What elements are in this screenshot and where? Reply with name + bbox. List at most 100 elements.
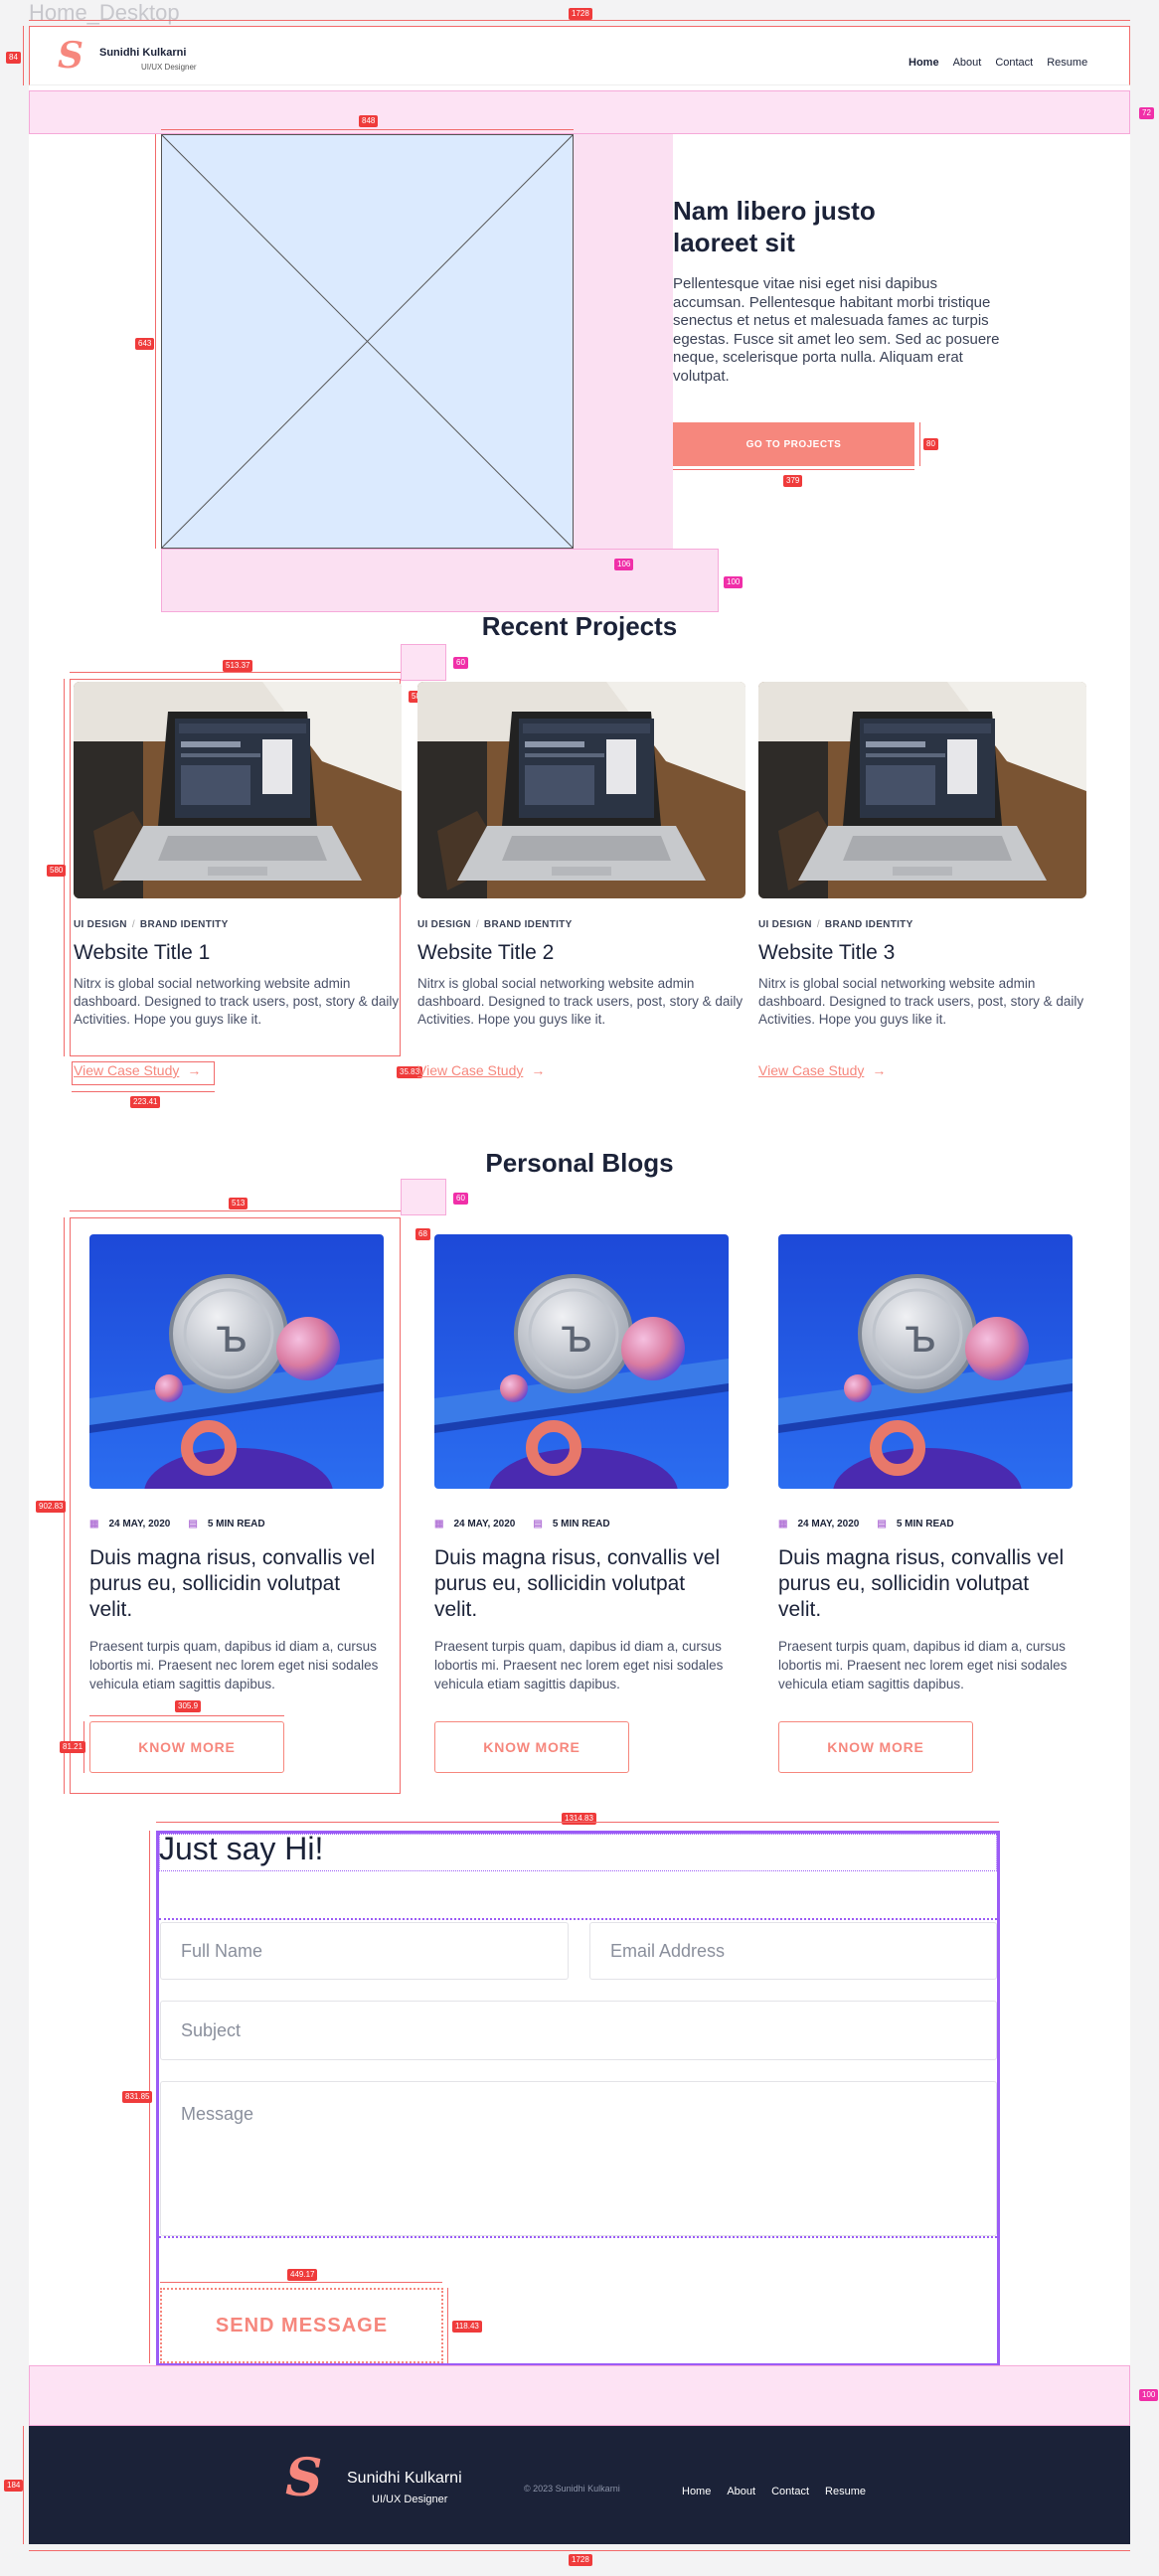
footer-nav-resume[interactable]: Resume bbox=[825, 2486, 866, 2497]
blog-title[interactable]: Duis magna risus, convallis vel purus eu… bbox=[434, 1545, 733, 1623]
project-image-laptop bbox=[758, 682, 1086, 898]
go-to-projects-button[interactable]: GO TO PROJECTS bbox=[673, 422, 914, 466]
project-image-laptop bbox=[74, 682, 402, 898]
brand-role: UI/UX Designer bbox=[141, 63, 197, 72]
header: S Sunidhi Kulkarni UI/UX Designer Home Ab… bbox=[29, 26, 1130, 85]
blog-meta: ▦ 24 MAY, 2020 ▤ 5 MIN READ bbox=[89, 1519, 265, 1530]
blog-card: ъ ▦ 24 MAY, 2020 ▤ 5 MIN READ Duis magna… bbox=[89, 1234, 398, 1773]
redline bbox=[89, 1715, 284, 1716]
contact-heading: Just say Hi! bbox=[159, 1831, 324, 1866]
form-divider bbox=[159, 1918, 997, 1920]
redline-left bbox=[23, 26, 24, 85]
project-tags: UI DESIGN / BRAND IDENTITY bbox=[758, 919, 913, 930]
project-image-laptop bbox=[417, 682, 745, 898]
document-icon: ▤ bbox=[188, 1519, 198, 1530]
footer-nav-home[interactable]: Home bbox=[682, 2486, 711, 2497]
hero-image-placeholder bbox=[161, 134, 574, 549]
email-input[interactable]: Email Address bbox=[589, 1922, 997, 1980]
coin-illustration-icon: ъ bbox=[778, 1234, 1073, 1489]
measure-tag: 580 bbox=[47, 865, 67, 877]
logo-icon[interactable]: S bbox=[58, 35, 83, 77]
nav-home[interactable]: Home bbox=[909, 57, 939, 69]
send-message-button[interactable]: SEND MESSAGE bbox=[163, 2291, 440, 2360]
measure-tag: 118.43 bbox=[452, 2321, 482, 2333]
arrow-right-icon: → bbox=[872, 1062, 887, 1078]
redline bbox=[160, 2282, 442, 2283]
calendar-icon: ▦ bbox=[434, 1519, 444, 1530]
projects-heading: Recent Projects bbox=[481, 611, 678, 641]
blogs-heading: Personal Blogs bbox=[485, 1148, 674, 1178]
nav-about[interactable]: About bbox=[953, 57, 982, 69]
blog-card: ъ ▦ 24 MAY, 2020 ▤ 5 MIN READ Duis magna… bbox=[434, 1234, 743, 1773]
know-more-button[interactable]: KNOW MORE bbox=[89, 1721, 284, 1773]
email-placeholder: Email Address bbox=[610, 1940, 726, 1961]
coin-illustration-icon: ъ bbox=[434, 1234, 729, 1489]
view-case-study-link[interactable]: View Case Study → bbox=[417, 1062, 545, 1080]
blog-read-time: 5 MIN READ bbox=[552, 1519, 610, 1530]
blog-title[interactable]: Duis magna risus, convallis vel purus eu… bbox=[89, 1545, 388, 1623]
project-tags: UI DESIGN / BRAND IDENTITY bbox=[74, 919, 229, 930]
subject-input[interactable]: Subject bbox=[160, 2001, 997, 2060]
measure-tag: 1314.83 bbox=[562, 1813, 596, 1825]
know-more-button[interactable]: KNOW MORE bbox=[778, 1721, 973, 1773]
redline bbox=[29, 2550, 1130, 2551]
blog-read-time: 5 MIN READ bbox=[896, 1519, 954, 1530]
nav-contact[interactable]: Contact bbox=[995, 57, 1033, 69]
arrow-right-icon: → bbox=[531, 1062, 546, 1078]
redline bbox=[155, 134, 156, 549]
footer-nav-about[interactable]: About bbox=[727, 2486, 755, 2497]
project-title: Website Title 3 bbox=[758, 941, 896, 964]
subject-placeholder: Subject bbox=[181, 2019, 242, 2040]
footer-nav-contact[interactable]: Contact bbox=[771, 2486, 809, 2497]
tag-brand-identity: BRAND IDENTITY bbox=[483, 919, 573, 930]
tag-ui-design: UI DESIGN bbox=[758, 919, 812, 930]
blog-desc: Praesent turpis quam, dapibus id diam a,… bbox=[778, 1639, 1068, 1691]
redline bbox=[72, 1091, 215, 1092]
redline bbox=[23, 2426, 24, 2544]
hero-title-line2: laoreet sit bbox=[673, 228, 795, 257]
view-case-study-link[interactable]: View Case Study → bbox=[758, 1062, 886, 1080]
coin-illustration-icon: ъ bbox=[89, 1234, 384, 1489]
measure-tag: 84 bbox=[6, 52, 21, 64]
footer-logo-icon[interactable]: S bbox=[285, 2448, 323, 2508]
measure-tag: 223.41 bbox=[130, 1096, 161, 1108]
know-more-button[interactable]: KNOW MORE bbox=[434, 1721, 629, 1773]
redline bbox=[673, 469, 914, 470]
project-card: UI DESIGN / BRAND IDENTITY Website Title 3… bbox=[758, 682, 1086, 1078]
full-name-placeholder: Full Name bbox=[181, 1940, 263, 1961]
measure-tag: 848 bbox=[359, 115, 379, 127]
tag-brand-identity: BRAND IDENTITY bbox=[139, 919, 229, 930]
measure-tag: 81.21 bbox=[60, 1741, 86, 1753]
project-card: UI DESIGN / BRAND IDENTITY Website Title 1… bbox=[74, 682, 402, 1078]
document-icon: ▤ bbox=[533, 1519, 543, 1530]
tag-ui-design: UI DESIGN bbox=[74, 919, 127, 930]
blog-title[interactable]: Duis magna risus, convallis vel purus eu… bbox=[778, 1545, 1076, 1623]
nav-resume[interactable]: Resume bbox=[1047, 57, 1087, 69]
document-icon: ▤ bbox=[877, 1519, 887, 1530]
tag-ui-design: UI DESIGN bbox=[417, 919, 471, 930]
blog-date: 24 MAY, 2020 bbox=[108, 1519, 171, 1530]
redline bbox=[919, 422, 920, 466]
redline bbox=[70, 1210, 401, 1211]
svg-text:ъ: ъ bbox=[216, 1309, 248, 1363]
blog-desc: Praesent turpis quam, dapibus id diam a,… bbox=[434, 1639, 724, 1691]
blog-image-coin: ъ bbox=[778, 1234, 1073, 1489]
blog-meta: ▦ 24 MAY, 2020 ▤ 5 MIN READ bbox=[434, 1519, 610, 1530]
spacing-overlay bbox=[29, 90, 1130, 134]
redline bbox=[156, 1822, 999, 1823]
laptop-photo-icon bbox=[74, 682, 402, 898]
svg-text:ъ: ъ bbox=[561, 1309, 593, 1363]
spacing-overlay bbox=[29, 2365, 1130, 2426]
frame-label: Home_Desktop bbox=[29, 0, 180, 25]
message-textarea[interactable]: Message bbox=[160, 2081, 997, 2236]
spacing-overlay bbox=[401, 1179, 446, 1215]
project-title: Website Title 2 bbox=[417, 941, 555, 964]
blog-date: 24 MAY, 2020 bbox=[797, 1519, 860, 1530]
svg-text:ъ: ъ bbox=[905, 1309, 937, 1363]
full-name-input[interactable]: Full Name bbox=[160, 1922, 569, 1980]
project-desc: Nitrx is global social networking websit… bbox=[74, 976, 400, 1027]
blog-meta: ▦ 24 MAY, 2020 ▤ 5 MIN READ bbox=[778, 1519, 954, 1530]
project-desc: Nitrx is global social networking websit… bbox=[758, 976, 1084, 1027]
footer-role: UI/UX Designer bbox=[372, 2494, 448, 2505]
measure-tag: 100 bbox=[724, 576, 744, 588]
